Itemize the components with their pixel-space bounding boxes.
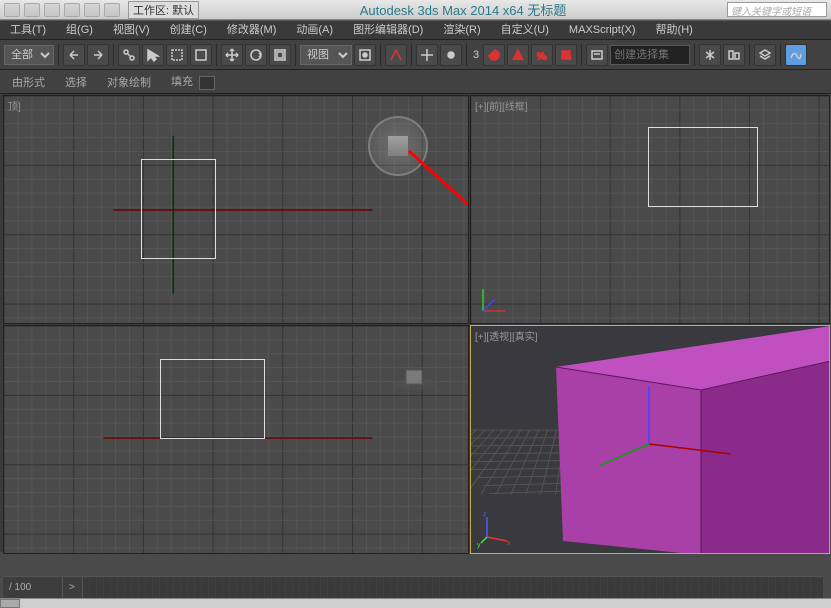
move-icon[interactable]: [221, 44, 243, 66]
box-outline-top[interactable]: [141, 159, 216, 259]
viewport-label[interactable]: [+][前][线框]: [475, 98, 528, 113]
menu-help[interactable]: 帮助(H): [646, 20, 703, 40]
align-icon[interactable]: [723, 44, 745, 66]
viewport-top[interactable]: 顶]: [3, 95, 469, 324]
axis-constraint-icon[interactable]: [416, 44, 438, 66]
svg-text:y: y: [477, 542, 481, 549]
svg-text:x: x: [507, 540, 511, 547]
mirror-icon[interactable]: [699, 44, 721, 66]
workspace-select[interactable]: 工作区: 默认: [128, 1, 199, 19]
main-toolbar: 全部 视图 3 %: [0, 40, 831, 70]
qat-open-icon[interactable]: [44, 3, 60, 17]
selection-set-input[interactable]: [610, 45, 690, 65]
snap-toggle-icon[interactable]: [440, 44, 462, 66]
menu-view[interactable]: 视图(V): [103, 20, 160, 40]
menu-animation[interactable]: 动画(A): [286, 20, 343, 40]
subbar-select[interactable]: 选择: [65, 74, 87, 90]
menu-create[interactable]: 创建(C): [160, 20, 217, 40]
box-outline-left[interactable]: [160, 359, 265, 439]
viewports-container: 顶] [+][前][线框]: [0, 94, 828, 552]
pivot-center-icon[interactable]: [354, 44, 376, 66]
select-manipulate-icon[interactable]: [385, 44, 407, 66]
box-outline-front[interactable]: [648, 127, 758, 207]
viewport-label[interactable]: 顶]: [8, 98, 21, 113]
rotate-icon[interactable]: [245, 44, 267, 66]
subbar-paint[interactable]: 对象绘制: [107, 74, 151, 90]
percent-snap-icon[interactable]: %: [531, 44, 553, 66]
viewcube-face-icon[interactable]: [387, 135, 409, 157]
ribbon-subbar: 由形式 选择 对象绘制 填充: [0, 70, 831, 94]
viewport-left[interactable]: [3, 325, 469, 554]
box-mesh-perspective[interactable]: [471, 326, 830, 554]
snap-2d-icon[interactable]: [483, 44, 505, 66]
axis-indicator: [475, 279, 515, 319]
edit-selection-set-icon[interactable]: [586, 44, 608, 66]
viewport-front[interactable]: [+][前][线框]: [470, 95, 830, 324]
fill-swatch[interactable]: [199, 76, 215, 90]
redo-icon[interactable]: [87, 44, 109, 66]
frame-counter: / 100: [3, 577, 63, 598]
subbar-shape[interactable]: 由形式: [12, 74, 45, 90]
link-icon[interactable]: [118, 44, 140, 66]
select-region-rect-icon[interactable]: [166, 44, 188, 66]
app-title: Autodesk 3ds Max 2014 x64 无标题: [199, 0, 727, 19]
timeline-slider[interactable]: [83, 577, 823, 598]
svg-text:z: z: [483, 511, 487, 518]
qat-redo-icon[interactable]: [104, 3, 120, 17]
viewcube[interactable]: [368, 116, 428, 176]
quick-access-toolbar: [0, 3, 124, 17]
viewport-label[interactable]: [+][透视][真实]: [475, 328, 538, 343]
menu-customize[interactable]: 自定义(U): [491, 20, 559, 40]
gizmo-shadow: [384, 366, 444, 396]
qat-app-icon[interactable]: [4, 3, 20, 17]
menu-tools[interactable]: 工具(T): [0, 20, 56, 40]
play-step-icon[interactable]: >: [63, 577, 83, 598]
horizontal-scrollbar[interactable]: [0, 598, 831, 608]
scale-icon[interactable]: [269, 44, 291, 66]
undo-icon[interactable]: [63, 44, 85, 66]
select-region-window-icon[interactable]: [190, 44, 212, 66]
title-bar: 工作区: 默认 Autodesk 3ds Max 2014 x64 无标题 键入…: [0, 0, 831, 20]
search-input[interactable]: 键入关键字或短语: [727, 2, 827, 17]
axis-indicator: x y z: [477, 507, 517, 547]
subbar-fill[interactable]: 填充: [171, 73, 215, 89]
menu-bar: 工具(T) 组(G) 视图(V) 创建(C) 修改器(M) 动画(A) 图形编辑…: [0, 20, 831, 40]
menu-graph-editor[interactable]: 图形编辑器(D): [343, 20, 433, 40]
status-bar: / 100 >: [3, 576, 823, 598]
layer-manager-icon[interactable]: [754, 44, 776, 66]
selection-filter-select[interactable]: 全部: [4, 45, 54, 65]
angle-label: 3: [473, 49, 479, 61]
qat-undo-icon[interactable]: [84, 3, 100, 17]
qat-new-icon[interactable]: [24, 3, 40, 17]
qat-save-icon[interactable]: [64, 3, 80, 17]
menu-maxscript[interactable]: MAXScript(X): [559, 20, 646, 40]
menu-modifiers[interactable]: 修改器(M): [217, 20, 287, 40]
menu-render[interactable]: 渲染(R): [433, 20, 490, 40]
select-object-icon[interactable]: [142, 44, 164, 66]
curve-editor-icon[interactable]: [785, 44, 807, 66]
menu-group[interactable]: 组(G): [56, 20, 103, 40]
viewport-perspective[interactable]: [+][透视][真实] x y: [470, 325, 830, 554]
angle-snap-icon[interactable]: [507, 44, 529, 66]
spinner-snap-icon[interactable]: [555, 44, 577, 66]
ref-coord-select[interactable]: 视图: [300, 45, 352, 65]
